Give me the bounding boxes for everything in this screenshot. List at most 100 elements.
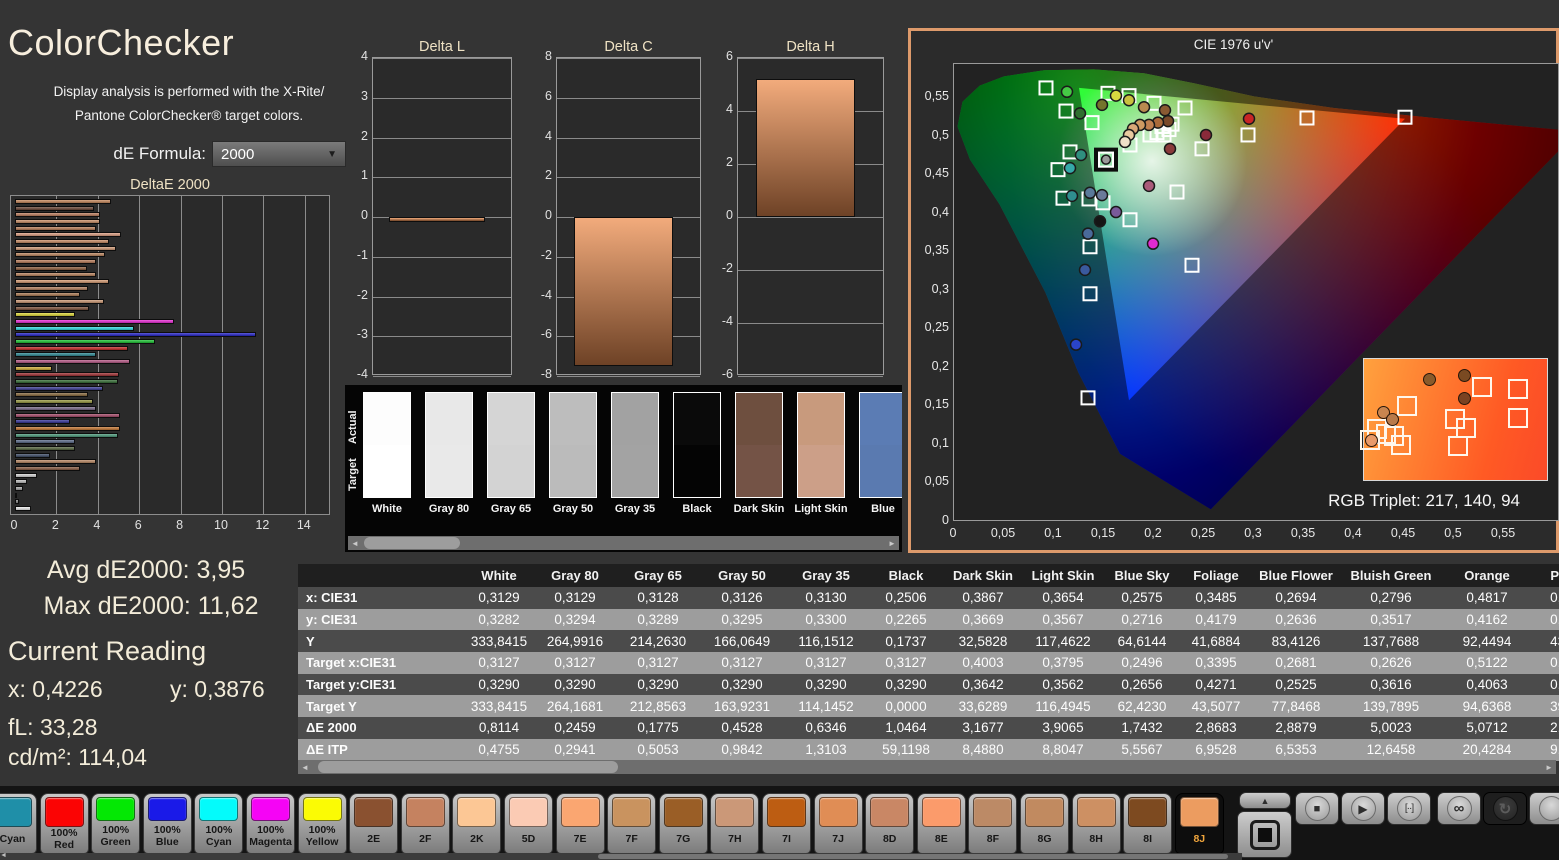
delta-gridline (738, 270, 883, 271)
swatch-gray-65[interactable] (487, 392, 535, 498)
table-row: Y333,8415264,9916214,2630166,0649116,151… (298, 630, 1559, 652)
swatch-white[interactable] (363, 392, 411, 498)
table-cell: 0,3567 (1022, 609, 1104, 631)
patch-button-8g[interactable]: 8G (1020, 793, 1069, 854)
swatch-gray-35[interactable] (611, 392, 659, 498)
refresh-button[interactable]: ↻ (1483, 792, 1527, 825)
deltae-bar (15, 453, 50, 458)
patch-color-chip (96, 797, 135, 821)
patch-button-2e[interactable]: 2E (349, 793, 398, 854)
measured-marker (1201, 129, 1212, 140)
patch-color-chip (45, 797, 84, 827)
patch-button-2f[interactable]: 2F (401, 793, 450, 854)
table-row: y: CIE310,32820,32940,32890,32950,33000,… (298, 609, 1559, 631)
table-cell: 8,8047 (1022, 739, 1104, 761)
patch-color-chip (354, 797, 393, 827)
scroll-right-icon[interactable]: ► (885, 536, 899, 550)
delta-gridline (738, 217, 883, 218)
patch-button-100-cyan[interactable]: 100% Cyan (194, 793, 243, 854)
swatch-target-half (612, 445, 658, 497)
delta-y-tick: 0 (342, 208, 368, 222)
table-cell: 0,3130 (784, 587, 868, 609)
patch-button-7j[interactable]: 7J (814, 793, 863, 854)
swatch-gray-50[interactable] (549, 392, 597, 498)
swatch-actual-half (550, 393, 596, 445)
record-button[interactable] (1529, 792, 1559, 825)
deltae-bar (15, 413, 120, 418)
patch-strip-scrollbar[interactable]: ◄ (0, 853, 1242, 860)
patch-button-100-blue[interactable]: 100% Blue (143, 793, 192, 854)
patch-button-100-magenta[interactable]: 100% Magenta (246, 793, 295, 854)
patch-label: 100% Red (41, 827, 88, 853)
table-cell: 0,4063 (1442, 674, 1532, 696)
patch-button-100-yellow[interactable]: 100% Yellow (298, 793, 347, 854)
delta-y-tick: -4 (707, 314, 733, 328)
chevron-down-icon: ▼ (327, 149, 337, 160)
cie-x-tick: 0,45 (1383, 526, 1423, 540)
table-column-header: Blue Flower (1252, 564, 1340, 587)
swatch-scrollbar[interactable]: ◄ ► (348, 536, 899, 550)
loop-button[interactable]: ∞ (1437, 792, 1481, 825)
scroll-left-icon[interactable]: ◄ (0, 852, 7, 859)
patch-button-7i[interactable]: 7I (762, 793, 811, 854)
cie-x-tick: 0,25 (1183, 526, 1223, 540)
table-cell: 5,5567 (1104, 739, 1180, 761)
delta-y-tick: -4 (526, 288, 552, 302)
cie-y-tick: 0,25 (911, 320, 949, 334)
swatch-black[interactable] (673, 392, 721, 498)
patch-window-button[interactable] (1237, 811, 1292, 858)
patch-button-100-green[interactable]: 100% Green (91, 793, 140, 854)
patch-button-7e[interactable]: 7E (556, 793, 605, 854)
table-cell: 114,1452 (784, 695, 868, 717)
cie-y-tick: 0,35 (911, 243, 949, 257)
patch-button-8f[interactable]: 8F (968, 793, 1017, 854)
swatch-light-skin[interactable] (797, 392, 845, 498)
patch-button-8i[interactable]: 8I (1123, 793, 1172, 854)
table-cell: 0,4162 (1442, 609, 1532, 631)
table-scrollbar-thumb[interactable] (318, 761, 618, 773)
de-formula-label: dE Formula: (88, 144, 206, 164)
swatch-blue[interactable] (859, 392, 902, 498)
swatch-dark-skin[interactable] (735, 392, 783, 498)
scroll-left-icon[interactable]: ◄ (348, 536, 362, 550)
patch-button-7f[interactable]: 7F (607, 793, 656, 854)
scroll-left-icon[interactable]: ◄ (298, 760, 312, 774)
step-button[interactable]: [··] (1387, 792, 1431, 825)
play-button[interactable]: ▶ (1341, 792, 1385, 825)
patch-button-8e[interactable]: 8E (917, 793, 966, 854)
patch-strip-scrollbar-thumb[interactable] (598, 854, 1228, 859)
patch-button-7g[interactable]: 7G (659, 793, 708, 854)
current-x-value: x: 0,4226 (8, 676, 103, 703)
cie-y-tick: 0,15 (911, 397, 949, 411)
table-column-header: Gray 80 (534, 564, 616, 587)
table-cell: 0,3300 (784, 609, 868, 631)
swatch-scrollbar-thumb[interactable] (364, 537, 460, 549)
patch-button-100-red[interactable]: 100% Red (40, 793, 89, 854)
patch-button-2k[interactable]: 2K (452, 793, 501, 854)
swatch-gray-80[interactable] (425, 392, 473, 498)
table-cell: 0,3129 (464, 587, 534, 609)
patch-button-8h[interactable]: 8H (1072, 793, 1121, 854)
patch-button-7h[interactable]: 7H (710, 793, 759, 854)
delta-y-tick: -8 (526, 367, 552, 381)
de-formula-dropdown[interactable]: 2000 ▼ (212, 141, 346, 167)
table-row-label: ΔE ITP (298, 739, 464, 761)
swatch-actual-half (798, 393, 844, 445)
patch-label: 2F (419, 827, 431, 853)
measured-marker (1244, 113, 1255, 124)
cie-x-tick: 0 (933, 526, 973, 540)
collapse-panel-button[interactable]: ▲ (1239, 792, 1291, 809)
patch-button-5d[interactable]: 5D (504, 793, 553, 854)
stop-button[interactable]: ■ (1295, 792, 1339, 825)
table-cell: 3,9065 (1022, 717, 1104, 739)
scroll-right-icon[interactable]: ► (1542, 760, 1556, 774)
deltae-x-tick: 2 (43, 518, 67, 532)
patch-color-chip (664, 797, 703, 827)
patch-button-cyan[interactable]: Cyan (0, 793, 37, 854)
patch-label: 2E (367, 827, 380, 853)
patch-button-8j[interactable]: 8J (1175, 793, 1224, 854)
patch-button-8d[interactable]: 8D (865, 793, 914, 854)
table-scrollbar[interactable]: ◄ ► (298, 760, 1556, 774)
deltae-x-tick: 10 (209, 518, 233, 532)
table-cell: 83,4126 (1252, 630, 1340, 652)
